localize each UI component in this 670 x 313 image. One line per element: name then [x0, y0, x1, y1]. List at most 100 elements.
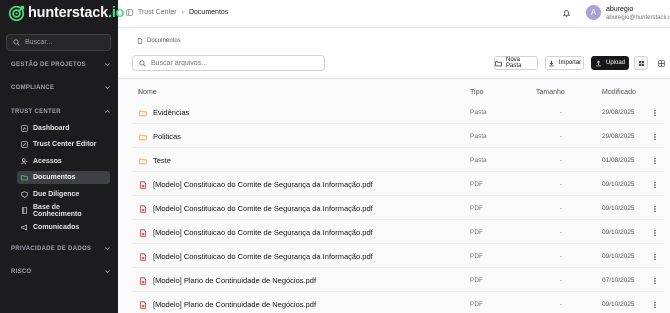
file-size: -	[560, 229, 563, 236]
column-modified[interactable]: Modificado	[602, 89, 636, 96]
sidebar-item-base-de-conhecimento[interactable]: Base de Conhecimento	[17, 204, 110, 218]
file-modified: 29/08/2025	[602, 109, 635, 116]
file-type: PDF	[470, 301, 483, 308]
file-modified: 09/10/2025	[602, 181, 635, 188]
file-type: Pasta	[470, 157, 487, 164]
avatar[interactable]: A	[586, 5, 601, 20]
sidebar-item-trust-center-editor[interactable]: Trust Center Editor	[17, 138, 110, 151]
shield-icon	[21, 191, 28, 198]
chevron-down-icon	[105, 247, 110, 251]
table-row[interactable]: [Modelo] Constituicao do Comite de Segur…	[132, 222, 664, 244]
file-modified: 09/10/2025	[602, 205, 635, 212]
grid-view-button[interactable]	[654, 56, 668, 70]
more-vertical-icon[interactable]	[652, 205, 658, 213]
logo-text: hunterstack.io	[28, 5, 125, 21]
search-icon	[13, 39, 20, 46]
sidebar-item-documentos[interactable]: Documentos	[17, 171, 110, 184]
file-type: PDF	[470, 253, 483, 260]
list-view-button[interactable]	[634, 56, 648, 70]
file-size: -	[560, 157, 563, 164]
file-type: Pasta	[470, 133, 487, 140]
new-folder-button[interactable]: Nova Pasta	[494, 56, 538, 70]
table-row[interactable]: [Modelo] Constituicao do Comite de Segur…	[132, 198, 664, 220]
section-trust-center[interactable]: TRUST CENTER	[11, 108, 111, 115]
table-row[interactable]: Teste Pasta - 01/08/2025	[132, 150, 664, 172]
file-type: PDF	[470, 205, 483, 212]
user-name: aburegio	[606, 6, 634, 13]
file-name[interactable]: [Modelo] Constituicao do Comite de Segur…	[153, 252, 373, 261]
logo[interactable]: hunterstack.io	[8, 3, 125, 23]
table-row[interactable]: [Modelo] Plano de Continuidade de Negóci…	[132, 270, 664, 292]
file-name[interactable]: [Modelo] Constituicao do Comite de Segur…	[153, 204, 373, 213]
table-row[interactable]: [Modelo] Constituicao do Comite de Segur…	[132, 246, 664, 268]
layout-grid-icon	[657, 59, 665, 67]
file-search-input[interactable]: Buscar arquivos...	[132, 55, 325, 71]
folder-icon	[139, 134, 147, 141]
file-name[interactable]: Evidências	[153, 108, 189, 117]
import-button[interactable]: Importar	[545, 56, 584, 70]
file-name[interactable]: Teste	[153, 156, 171, 165]
top-bar: Trust Center › Documentos A aburegio abu…	[118, 0, 670, 28]
file-size: -	[560, 301, 563, 308]
column-type[interactable]: Tipo	[470, 89, 483, 96]
breadcrumb: Trust Center › Documentos	[126, 9, 228, 16]
more-vertical-icon[interactable]	[652, 181, 658, 189]
pdf-file-icon	[140, 253, 146, 261]
file-name[interactable]: [Modelo] Constituicao do Comite de Segur…	[153, 228, 373, 237]
more-vertical-icon[interactable]	[652, 229, 658, 237]
sidebar-search-input[interactable]: Buscar...	[6, 34, 111, 51]
logo-icon	[8, 5, 25, 21]
file-modified: 01/08/2025	[602, 157, 635, 164]
table-row[interactable]: [Modelo] Plano de Continuidade de Negóci…	[132, 294, 664, 313]
user-info[interactable]: aburegio aburegio@hunterstack.io	[606, 5, 670, 23]
files-table: Nome ↑ Tipo Tamanho Modificado Evidência…	[118, 78, 670, 313]
pdf-file-icon	[140, 181, 146, 189]
file-type: PDF	[470, 277, 483, 284]
upload-button[interactable]: Upload	[591, 56, 629, 70]
more-vertical-icon[interactable]	[652, 277, 658, 285]
edit-icon	[21, 141, 28, 148]
more-vertical-icon[interactable]	[652, 253, 658, 261]
sidebar-item-dashboard[interactable]: Dashboard	[17, 122, 110, 135]
section-risco[interactable]: RISCO	[11, 268, 111, 275]
more-vertical-icon[interactable]	[652, 157, 658, 165]
user-key-icon	[21, 158, 28, 165]
more-vertical-icon[interactable]	[652, 301, 658, 309]
sidebar-item-due-diligence[interactable]: Due Diligence	[17, 188, 110, 201]
file-modified: 07/10/2025	[602, 277, 635, 284]
table-row[interactable]: Evidências Pasta - 29/08/2025	[132, 102, 664, 124]
column-name[interactable]: Nome ↑	[138, 89, 157, 96]
pdf-file-icon	[140, 205, 146, 213]
app-root: hunterstack.io Buscar... GESTÃO DE PROJE…	[0, 0, 670, 313]
pdf-file-icon	[140, 301, 146, 309]
file-name[interactable]: [Modelo] Plano de Continuidade de Negóci…	[153, 276, 316, 285]
more-vertical-icon[interactable]	[652, 133, 658, 141]
file-modified: 09/10/2025	[602, 229, 635, 236]
file-name[interactable]: [Modelo] Plano de Continuidade de Negóci…	[153, 300, 316, 309]
table-header: Nome ↑ Tipo Tamanho Modificado	[138, 89, 668, 99]
table-row[interactable]: [Modelo] Constituicao do Comite de Segur…	[132, 174, 664, 196]
sidebar: hunterstack.io Buscar... GESTÃO DE PROJE…	[0, 0, 125, 313]
sidebar-item-comunicados[interactable]: Comunicados	[17, 221, 110, 234]
breadcrumb-trust-center[interactable]: Trust Center	[138, 9, 177, 16]
bell-icon[interactable]	[562, 9, 571, 18]
table-row[interactable]: Politicas Pasta - 29/08/2025	[132, 126, 664, 148]
more-vertical-icon[interactable]	[652, 109, 658, 117]
section-gestao-de-projetos[interactable]: GESTÃO DE PROJETOS	[11, 61, 111, 68]
section-privacidade-de-dados[interactable]: PRIVACIDADE DE DADOS	[11, 245, 111, 252]
grid-icon	[638, 60, 644, 66]
sidebar-item-acessos[interactable]: Acessos	[17, 155, 110, 168]
section-compliance[interactable]: COMPLIANCE	[11, 84, 111, 91]
file-name[interactable]: [Modelo] Constituicao do Comite de Segur…	[153, 180, 373, 189]
file-name[interactable]: Politicas	[153, 132, 181, 141]
column-size[interactable]: Tamanho	[536, 89, 565, 96]
document-icon	[137, 38, 143, 44]
folder-plus-icon	[495, 60, 502, 66]
file-size: -	[560, 253, 563, 260]
main-content: Trust Center › Documentos A aburegio abu…	[118, 0, 670, 313]
file-modified: 09/10/2025	[602, 301, 635, 308]
file-size: -	[560, 133, 563, 140]
upload-icon	[596, 60, 601, 66]
user-email: aburegio@hunterstack.io	[606, 15, 670, 21]
folder-icon	[139, 158, 147, 165]
